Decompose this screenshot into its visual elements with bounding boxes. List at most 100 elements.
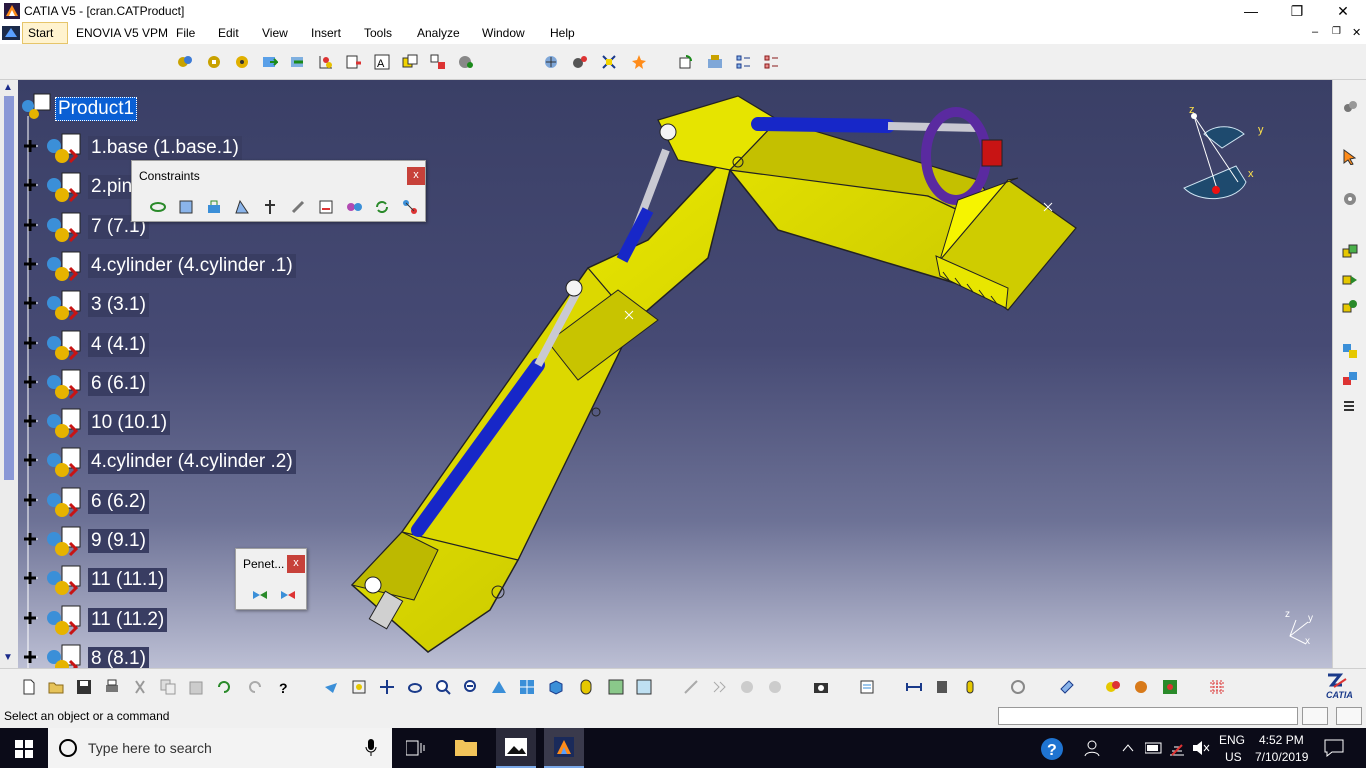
people-icon[interactable]	[1084, 739, 1102, 757]
swap-visible-space-button[interactable]	[633, 676, 655, 698]
angle-constraint-button[interactable]	[231, 196, 253, 218]
update-button[interactable]	[675, 51, 697, 73]
expand-plus-icon[interactable]	[22, 177, 38, 193]
bill-of-material-button[interactable]	[732, 51, 754, 73]
contact-button[interactable]	[1339, 267, 1361, 289]
tree-item-label[interactable]: 3 (3.1)	[88, 293, 149, 318]
tree-item-label[interactable]: 4.cylinder (4.cylinder .1)	[88, 253, 296, 278]
rotate-button[interactable]	[404, 676, 426, 698]
whats-this-button[interactable]: ?	[274, 676, 296, 698]
generate-catpart-button[interactable]	[1159, 676, 1181, 698]
tree-item[interactable]: 10 (10.1)	[22, 407, 372, 439]
tree-item[interactable]: 11 (11.1)	[22, 564, 372, 596]
existing-component-button[interactable]	[259, 51, 281, 73]
tree-item-label[interactable]: 11 (11.2)	[88, 607, 168, 632]
measure-inertia-button[interactable]	[959, 676, 981, 698]
offset-button[interactable]	[1339, 295, 1361, 317]
tree-item-label[interactable]: 4.cylinder (4.cylinder .2)	[88, 450, 296, 475]
tree-item-label[interactable]: 10 (10.1)	[88, 411, 171, 436]
scenes-button[interactable]	[704, 51, 726, 73]
tree-item[interactable]: 4 (4.1)	[22, 329, 372, 360]
file-explorer-button[interactable]	[446, 728, 486, 768]
redo-button[interactable]	[244, 676, 266, 698]
material-button[interactable]	[1056, 676, 1078, 698]
grid-button[interactable]	[1206, 676, 1228, 698]
paste-button[interactable]	[185, 676, 207, 698]
expand-plus-icon[interactable]	[22, 413, 38, 429]
menu-window[interactable]: Window	[482, 26, 525, 40]
clock-date[interactable]: 7/10/2019	[1255, 750, 1308, 764]
photos-button[interactable]	[496, 728, 536, 768]
multi-instantiation-button[interactable]	[427, 51, 449, 73]
menu-analyze[interactable]: Analyze	[417, 26, 460, 40]
stop-manipulate-on-clash-button[interactable]	[628, 51, 650, 73]
scroll-up-icon[interactable]: ▲	[3, 82, 13, 93]
tree-root-label[interactable]: Product1	[55, 97, 138, 121]
penetration-palette[interactable]: Penet... x	[235, 548, 307, 610]
tree-item[interactable]: 4.cylinder (4.cylinder .1)	[22, 250, 372, 281]
zoom-in-button[interactable]	[432, 676, 454, 698]
penetration-tool-1-button[interactable]	[249, 584, 271, 606]
expand-plus-icon[interactable]	[22, 256, 38, 272]
select-button[interactable]	[1339, 146, 1361, 168]
sphere-render-button[interactable]	[1130, 676, 1152, 698]
maximize-button[interactable]: ❐	[1274, 0, 1320, 22]
cycle-button[interactable]	[1007, 676, 1029, 698]
help-circle-icon[interactable]: ?	[1040, 737, 1064, 761]
print-button[interactable]	[101, 676, 123, 698]
expand-plus-icon[interactable]	[22, 610, 38, 626]
fit-all-button[interactable]	[348, 676, 370, 698]
menu-help[interactable]: Help	[550, 26, 575, 40]
close-button[interactable]: ✕	[1320, 0, 1366, 22]
expand-plus-icon[interactable]	[22, 217, 38, 233]
analyze-button[interactable]	[1339, 340, 1361, 362]
new-component-button[interactable]	[174, 51, 196, 73]
normal-view-button[interactable]	[488, 676, 510, 698]
fix-together-constraint-button[interactable]	[287, 196, 309, 218]
pan-button[interactable]	[376, 676, 398, 698]
expand-plus-icon[interactable]	[22, 138, 38, 154]
network-icon[interactable]	[1168, 739, 1186, 757]
hide-show-button[interactable]	[605, 676, 627, 698]
manipulation-button[interactable]	[540, 51, 562, 73]
menu-edit[interactable]: Edit	[218, 26, 239, 40]
task-view-icon[interactable]	[406, 739, 426, 757]
doc-minimize-button[interactable]: –	[1312, 26, 1318, 38]
fix-together-button[interactable]	[760, 51, 782, 73]
tree-scrollbar[interactable]: ▲ ▼	[0, 80, 18, 668]
language-label[interactable]: ENG	[1219, 733, 1245, 747]
tree-item[interactable]: 6 (6.2)	[22, 486, 372, 517]
tree-item-label[interactable]: 9 (9.1)	[88, 529, 149, 553]
tree-item[interactable]: 9 (9.1)	[22, 525, 372, 557]
measure-between-button[interactable]	[903, 676, 925, 698]
constraints-palette[interactable]: Constraints x	[131, 160, 426, 222]
disabled-tool-4-button[interactable]	[764, 676, 786, 698]
explode-button[interactable]	[598, 51, 620, 73]
menu-enovia[interactable]: ENOVIA V5 VPM	[76, 26, 168, 40]
command-apply-button[interactable]	[1302, 707, 1328, 725]
catalog-browser-button[interactable]	[1339, 188, 1361, 210]
doc-close-button[interactable]: ✕	[1352, 26, 1361, 39]
disabled-tool-3-button[interactable]	[736, 676, 758, 698]
coincidence-button[interactable]	[1339, 240, 1361, 262]
change-constraint-button[interactable]	[371, 196, 393, 218]
new-product-button[interactable]	[203, 51, 225, 73]
microphone-icon[interactable]	[364, 739, 378, 757]
tree-item[interactable]: 11 (11.2)	[22, 604, 372, 635]
tree-item[interactable]: 6 (6.1)	[22, 368, 372, 399]
scroll-thumb[interactable]	[4, 96, 14, 480]
assembly-features-button[interactable]	[1102, 676, 1124, 698]
iso-view-button[interactable]	[545, 676, 567, 698]
expand-plus-icon[interactable]	[22, 531, 38, 547]
tree-item-label[interactable]: 11 (11.1)	[88, 568, 168, 593]
scroll-down-icon[interactable]: ▼	[3, 652, 13, 663]
new-file-button[interactable]	[18, 676, 40, 698]
expand-plus-icon[interactable]	[22, 570, 38, 586]
tree-item-label[interactable]: 6 (6.2)	[88, 489, 149, 514]
clash-button[interactable]	[1339, 368, 1361, 390]
volume-icon[interactable]	[1192, 740, 1210, 756]
offset-constraint-button[interactable]	[203, 196, 225, 218]
tree-item-label[interactable]: 1.base (1.base.1)	[88, 136, 242, 160]
bom-list-button[interactable]	[1339, 396, 1361, 418]
quick-constraint-button[interactable]	[315, 196, 337, 218]
